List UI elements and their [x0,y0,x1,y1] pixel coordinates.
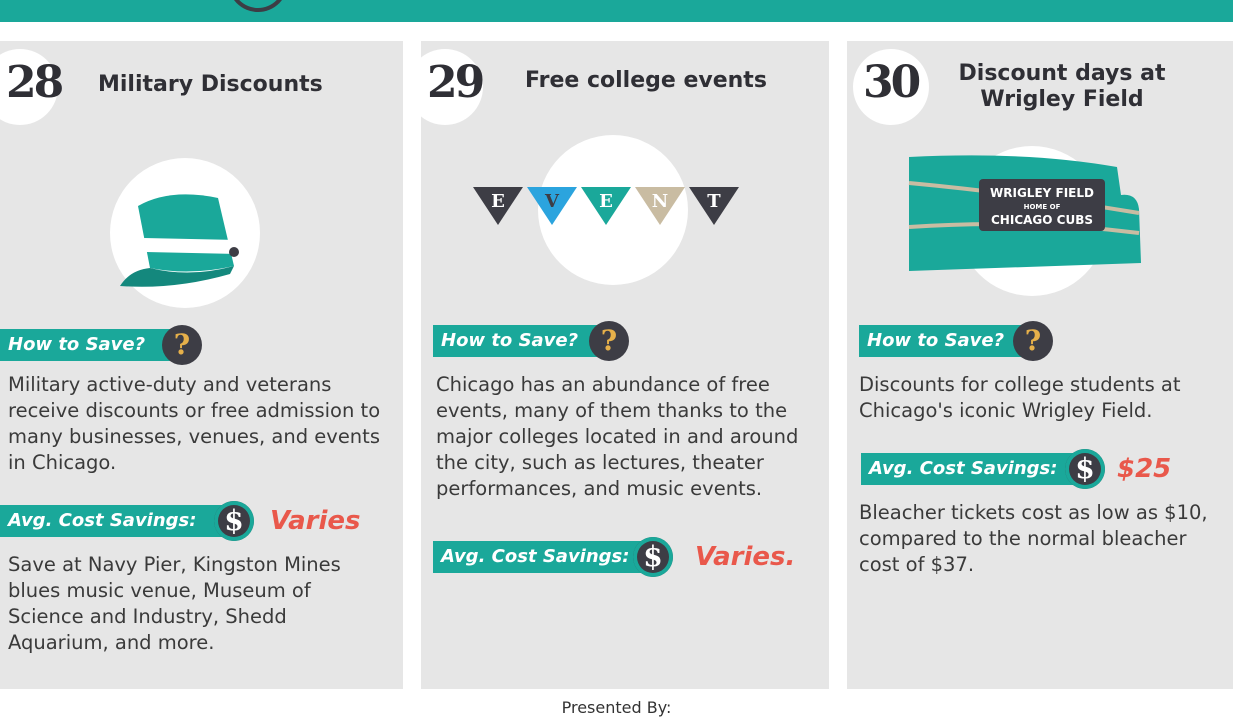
how-to-save-label: How to Save? [859,325,1029,357]
event-banner-icon: E V E N T [473,187,739,225]
presented-by: Presented By: [561,698,672,717]
question-icon: ? [162,325,202,365]
details: Save at Navy Pier, Kingston Mines blues … [8,553,341,654]
tip-number: 28 [6,57,64,108]
banner-letter: E [491,191,505,212]
description: Discounts for college students at Chicag… [859,373,1181,422]
avg-savings-label: Avg. Cost Savings: [861,453,1075,485]
illustration-circle [110,158,260,308]
wrigley-field-sign-icon: WRIGLEY FIELD HOME OF CHICAGO CUBS [908,155,1141,271]
banner-letter: T [707,191,721,212]
savings-value: Varies [270,506,361,536]
description: Chicago has an abundance of free events,… [436,373,799,500]
tip-number: 29 [427,57,485,108]
card-title-line2: Wrigley Field [980,87,1144,112]
how-to-save-label: How to Save? [433,325,605,357]
tip-card-30: 30 Discount days at Wrigley Field WRIGLE… [847,41,1233,689]
card-title: Free college events [525,68,767,93]
banner-letter: N [652,191,668,212]
banner-letter: V [544,191,560,212]
military-cap-icon [120,194,239,287]
card-title-line1: Discount days at [958,61,1166,86]
details: Bleacher tickets cost as low as $10, com… [859,501,1208,576]
top-banner [0,0,1233,22]
decorative-ring [228,0,288,12]
description: Military active-duty and veterans receiv… [8,373,381,474]
tip-card-28: 28 Military Discounts How to Save? ? Mil… [0,41,403,689]
how-to-save-label: How to Save? [0,329,172,361]
dollar-icon: $ [214,501,254,541]
sign-line-mid: HOME OF [1024,203,1061,211]
dollar-icon: $ [633,537,673,577]
dollar-icon: $ [1065,449,1105,489]
tip-number: 30 [863,57,921,108]
banner-letter: E [599,191,613,212]
sign-line-bottom: CHICAGO CUBS [991,213,1093,227]
savings-value: Varies. [695,542,796,572]
avg-savings-label: Avg. Cost Savings: [0,505,222,537]
tip-card-29: 29 Free college events E V E N T How to … [407,41,829,689]
avg-savings-label: Avg. Cost Savings: [433,541,643,573]
question-icon: ? [1013,321,1053,361]
card-title: Military Discounts [98,72,323,97]
savings-value: $25 [1117,454,1172,484]
sign-line-top: WRIGLEY FIELD [990,186,1094,200]
question-icon: ? [589,321,629,361]
